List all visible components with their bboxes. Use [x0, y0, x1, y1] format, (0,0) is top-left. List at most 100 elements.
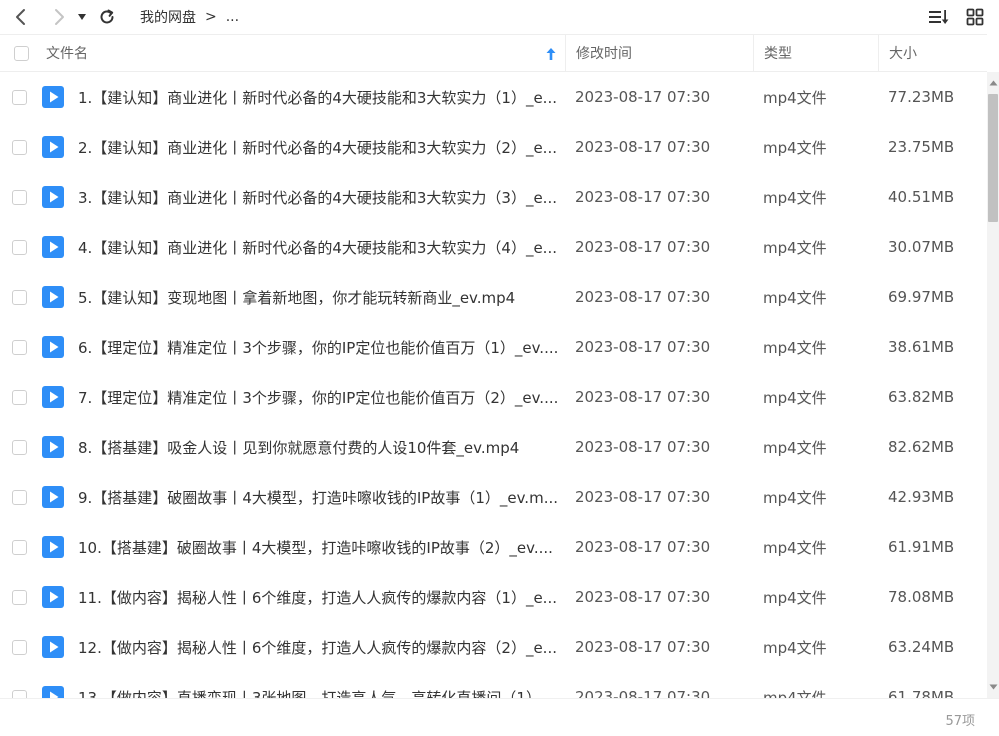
grid-view-button[interactable]: [963, 5, 987, 29]
file-size-cell: 77.23MB: [888, 88, 955, 106]
table-row[interactable]: 11.【做内容】揭秘人性丨6个维度，打造人人疯传的爆款内容（1）_e... 20…: [0, 572, 987, 622]
breadcrumb-root[interactable]: 我的网盘: [140, 7, 196, 27]
file-name: 3.【建认知】商业进化丨新时代必备的4大硬技能和3大软实力（3）_e...: [78, 188, 557, 207]
modified-time-cell: 2023-08-17 07:30: [575, 388, 711, 406]
history-dropdown-button[interactable]: [74, 4, 90, 30]
file-icon-cell: [38, 622, 78, 672]
file-icon-cell: [38, 172, 78, 222]
back-button[interactable]: [8, 4, 34, 30]
modified-time-cell: 2023-08-17 07:30: [575, 588, 711, 606]
row-checkbox[interactable]: [11, 289, 27, 305]
file-type-cell: mp4文件: [763, 538, 827, 557]
scrollbar-thumb[interactable]: [988, 94, 998, 222]
row-checkbox[interactable]: [11, 339, 27, 355]
file-name-cell[interactable]: 8.【搭基建】吸金人设丨见到你就愿意付费的人设10件套_ev.mp4: [78, 422, 565, 472]
table-row[interactable]: 4.【建认知】商业进化丨新时代必备的4大硬技能和3大软实力（4）_e... 20…: [0, 222, 987, 272]
row-checkbox-cell: [0, 622, 38, 672]
video-file-icon: [42, 436, 64, 458]
row-checkbox[interactable]: [11, 589, 27, 605]
file-type-cell: mp4文件: [763, 688, 827, 699]
table-row[interactable]: 6.【理定位】精准定位丨3个步骤，你的IP定位也能价值百万（1）_ev.... …: [0, 322, 987, 372]
column-header-time[interactable]: 修改时间: [565, 35, 753, 71]
refresh-icon: [100, 9, 114, 24]
table-row[interactable]: 10.【搭基建】破圈故事丨4大模型，打造咔嚓收钱的IP故事（2）_ev.... …: [0, 522, 987, 572]
file-type-cell: mp4文件: [763, 388, 827, 407]
vertical-scrollbar[interactable]: [987, 72, 999, 698]
forward-button[interactable]: [46, 4, 72, 30]
caret-down-icon: [78, 14, 86, 20]
video-file-icon: [42, 486, 64, 508]
table-row[interactable]: 8.【搭基建】吸金人设丨见到你就愿意付费的人设10件套_ev.mp4 2023-…: [0, 422, 987, 472]
refresh-button[interactable]: [94, 4, 120, 30]
file-name: 4.【建认知】商业进化丨新时代必备的4大硬技能和3大软实力（4）_e...: [78, 238, 557, 257]
file-name-cell[interactable]: 11.【做内容】揭秘人性丨6个维度，打造人人疯传的爆款内容（1）_e...: [78, 572, 565, 622]
row-checkbox[interactable]: [11, 89, 27, 105]
file-size-cell: 63.24MB: [888, 638, 955, 656]
file-icon-cell: [38, 372, 78, 422]
file-name-cell[interactable]: 10.【搭基建】破圈故事丨4大模型，打造咔嚓收钱的IP故事（2）_ev....: [78, 522, 565, 572]
file-size-cell: 78.08MB: [888, 588, 955, 606]
file-name-cell[interactable]: 5.【建认知】变现地图丨拿着新地图，你才能玩转新商业_ev.mp4: [78, 272, 565, 322]
file-name: 5.【建认知】变现地图丨拿着新地图，你才能玩转新商业_ev.mp4: [78, 288, 516, 307]
video-file-icon: [42, 586, 64, 608]
file-name-cell[interactable]: 6.【理定位】精准定位丨3个步骤，你的IP定位也能价值百万（1）_ev....: [78, 322, 565, 372]
video-file-icon: [42, 536, 64, 558]
row-checkbox[interactable]: [11, 189, 27, 205]
file-name-cell[interactable]: 3.【建认知】商业进化丨新时代必备的4大硬技能和3大软实力（3）_e...: [78, 172, 565, 222]
table-row[interactable]: 7.【理定位】精准定位丨3个步骤，你的IP定位也能价值百万（2）_ev.... …: [0, 372, 987, 422]
row-checkbox[interactable]: [11, 389, 27, 405]
toolbar-right: [915, 0, 987, 34]
row-checkbox[interactable]: [11, 489, 27, 505]
modified-time-cell: 2023-08-17 07:30: [575, 188, 711, 206]
file-name-cell[interactable]: 13.【做内容】直播变现丨3张地图，打造高人气、高转化直播间（1）_...: [78, 672, 565, 699]
file-name: 13.【做内容】直播变现丨3张地图，打造高人气、高转化直播间（1）_...: [78, 688, 557, 699]
file-icon-cell: [38, 472, 78, 522]
file-name-cell[interactable]: 4.【建认知】商业进化丨新时代必备的4大硬技能和3大软实力（4）_e...: [78, 222, 565, 272]
video-file-icon: [42, 236, 64, 258]
column-header-type-label: 类型: [764, 46, 792, 62]
column-header-size[interactable]: 大小: [878, 35, 987, 71]
table-row[interactable]: 3.【建认知】商业进化丨新时代必备的4大硬技能和3大软实力（3）_e... 20…: [0, 172, 987, 222]
table-row[interactable]: 2.【建认知】商业进化丨新时代必备的4大硬技能和3大软实力（2）_e... 20…: [0, 122, 987, 172]
row-checkbox-cell: [0, 172, 38, 222]
row-checkbox-cell: [0, 272, 38, 322]
row-checkbox-cell: [0, 372, 38, 422]
row-checkbox[interactable]: [11, 639, 27, 655]
column-header-name[interactable]: 文件名: [38, 35, 565, 71]
row-checkbox[interactable]: [11, 139, 27, 155]
video-file-icon: [42, 286, 64, 308]
file-type-cell: mp4文件: [763, 188, 827, 207]
file-icon-cell: [38, 272, 78, 322]
select-all-checkbox[interactable]: [13, 45, 29, 61]
table-row[interactable]: 1.【建认知】商业进化丨新时代必备的4大硬技能和3大软实力（1）_e... 20…: [0, 72, 987, 122]
caret-down-icon: [989, 684, 997, 690]
file-name-cell[interactable]: 12.【做内容】揭秘人性丨6个维度，打造人人疯传的爆款内容（2）_e...: [78, 622, 565, 672]
sort-ascending-icon: [546, 48, 556, 60]
file-type-cell: mp4文件: [763, 138, 827, 157]
modified-time-cell: 2023-08-17 07:30: [575, 538, 711, 556]
file-name-cell[interactable]: 1.【建认知】商业进化丨新时代必备的4大硬技能和3大软实力（1）_e...: [78, 72, 565, 122]
file-name-cell[interactable]: 9.【搭基建】破圈故事丨4大模型，打造咔嚓收钱的IP故事（1）_ev.m...: [78, 472, 565, 522]
row-checkbox[interactable]: [11, 689, 27, 698]
file-name-cell[interactable]: 2.【建认知】商业进化丨新时代必备的4大硬技能和3大软实力（2）_e...: [78, 122, 565, 172]
row-checkbox-cell: [0, 522, 38, 572]
modified-time-cell: 2023-08-17 07:30: [575, 238, 711, 256]
column-header-time-label: 修改时间: [576, 46, 632, 62]
table-row[interactable]: 12.【做内容】揭秘人性丨6个维度，打造人人疯传的爆款内容（2）_e... 20…: [0, 622, 987, 672]
file-name-cell[interactable]: 7.【理定位】精准定位丨3个步骤，你的IP定位也能价值百万（2）_ev....: [78, 372, 565, 422]
sort-menu-button[interactable]: [927, 5, 951, 29]
toolbar: 我的网盘 > ...: [0, 0, 999, 34]
breadcrumb-ellipsis[interactable]: ...: [226, 9, 239, 25]
file-name: 2.【建认知】商业进化丨新时代必备的4大硬技能和3大软实力（2）_e...: [78, 138, 557, 157]
table-row[interactable]: 9.【搭基建】破圈故事丨4大模型，打造咔嚓收钱的IP故事（1）_ev.m... …: [0, 472, 987, 522]
table-row[interactable]: 13.【做内容】直播变现丨3张地图，打造高人气、高转化直播间（1）_... 20…: [0, 672, 987, 698]
table-row[interactable]: 5.【建认知】变现地图丨拿着新地图，你才能玩转新商业_ev.mp4 2023-0…: [0, 272, 987, 322]
modified-time-cell: 2023-08-17 07:30: [575, 88, 711, 106]
video-file-icon: [42, 186, 64, 208]
column-header-type[interactable]: 类型: [753, 35, 878, 71]
row-checkbox[interactable]: [11, 439, 27, 455]
scroll-down-button[interactable]: [987, 680, 999, 694]
scroll-up-button[interactable]: [987, 76, 999, 90]
row-checkbox[interactable]: [11, 539, 27, 555]
row-checkbox[interactable]: [11, 239, 27, 255]
